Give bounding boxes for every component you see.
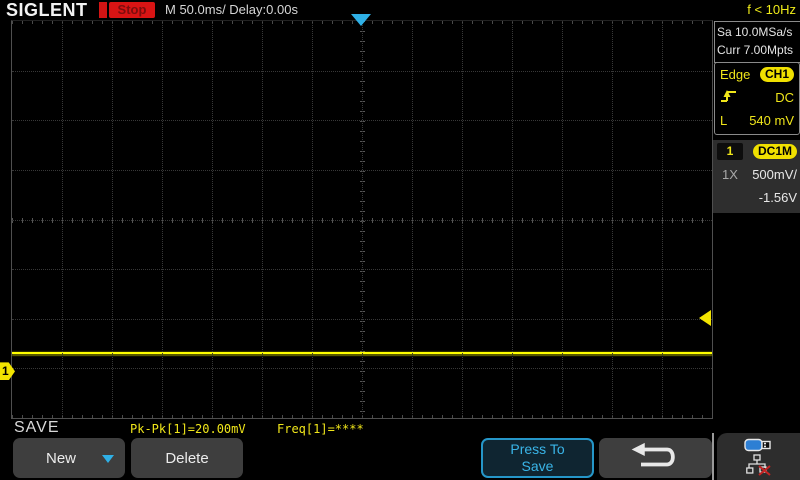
- press-to-save-label: Press To Save: [510, 441, 565, 474]
- grid-line-horizontal: [12, 70, 712, 72]
- timebase-readout: M 50.0ms/ Delay:0.00s: [165, 2, 298, 17]
- trigger-coupling-readout: DC: [775, 90, 794, 105]
- press-to-save-button[interactable]: Press To Save: [481, 438, 594, 478]
- io-status-panel: [717, 433, 800, 480]
- channel1-number-chip: 1: [717, 143, 743, 160]
- grid-line-horizontal: [12, 318, 712, 320]
- channel1-scale-readout: 500mV/: [752, 167, 797, 182]
- menu-title: SAVE: [14, 419, 60, 436]
- delete-button-label: Delete: [165, 449, 209, 467]
- freq-measurement-readout: Freq[1]=****: [277, 422, 364, 436]
- logo-red-mark: [99, 2, 107, 18]
- sample-rate-readout: Sa 10.0MSa/s: [717, 25, 793, 39]
- delete-button[interactable]: Delete: [131, 438, 243, 478]
- freq-counter-readout: f < 10Hz: [747, 2, 796, 17]
- oscilloscope-screen: SIGLENT Stop M 50.0ms/ Delay:0.00s f < 1…: [0, 0, 800, 480]
- rising-edge-icon: [720, 88, 738, 107]
- memory-depth-readout: Curr 7.00Mpts: [717, 43, 794, 57]
- grid-line-horizontal: [12, 269, 712, 271]
- trigger-position-marker: [351, 14, 371, 26]
- grid-line-horizontal: [12, 368, 712, 370]
- return-arrow-icon: [627, 441, 685, 475]
- header-bar: SIGLENT Stop M 50.0ms/ Delay:0.00s f < 1…: [0, 0, 800, 20]
- acquisition-info-box: Sa 10.0MSa/s Curr 7.00Mpts: [714, 21, 800, 63]
- trigger-mode-label: Edge: [720, 67, 751, 82]
- lan-disconnected-icon: [746, 454, 772, 480]
- trigger-info-box: Edge CH1 DC L 540 mV: [714, 62, 800, 135]
- channel1-info-box: 1 DC1M 1X 500mV/ -1.56V: [713, 140, 800, 213]
- trigger-level-marker: [699, 309, 711, 326]
- channel1-offset-readout: -1.56V: [758, 190, 797, 205]
- channel1-probe-readout: 1X: [722, 167, 738, 182]
- new-button[interactable]: New: [13, 438, 125, 478]
- grid-line-horizontal: [12, 120, 712, 122]
- pkpk-measurement-readout: Pk-Pk[1]=20.00mV: [130, 422, 246, 436]
- trigger-source-badge: CH1: [759, 67, 794, 82]
- grid-line-horizontal: [12, 169, 712, 171]
- new-button-label: New: [45, 449, 76, 467]
- channel1-coupling-badge: DC1M: [752, 144, 797, 159]
- io-panel-separator: [712, 433, 714, 480]
- grid-line-horizontal: [12, 219, 712, 221]
- run-state-badge: Stop: [109, 2, 155, 18]
- trigger-level-label: L: [720, 113, 728, 128]
- trigger-level-readout: 540 mV: [749, 113, 794, 128]
- waveform-display: [11, 20, 713, 419]
- brand-logo: SIGLENT: [6, 0, 88, 20]
- back-button[interactable]: [599, 438, 712, 478]
- chevron-down-icon: [102, 455, 114, 463]
